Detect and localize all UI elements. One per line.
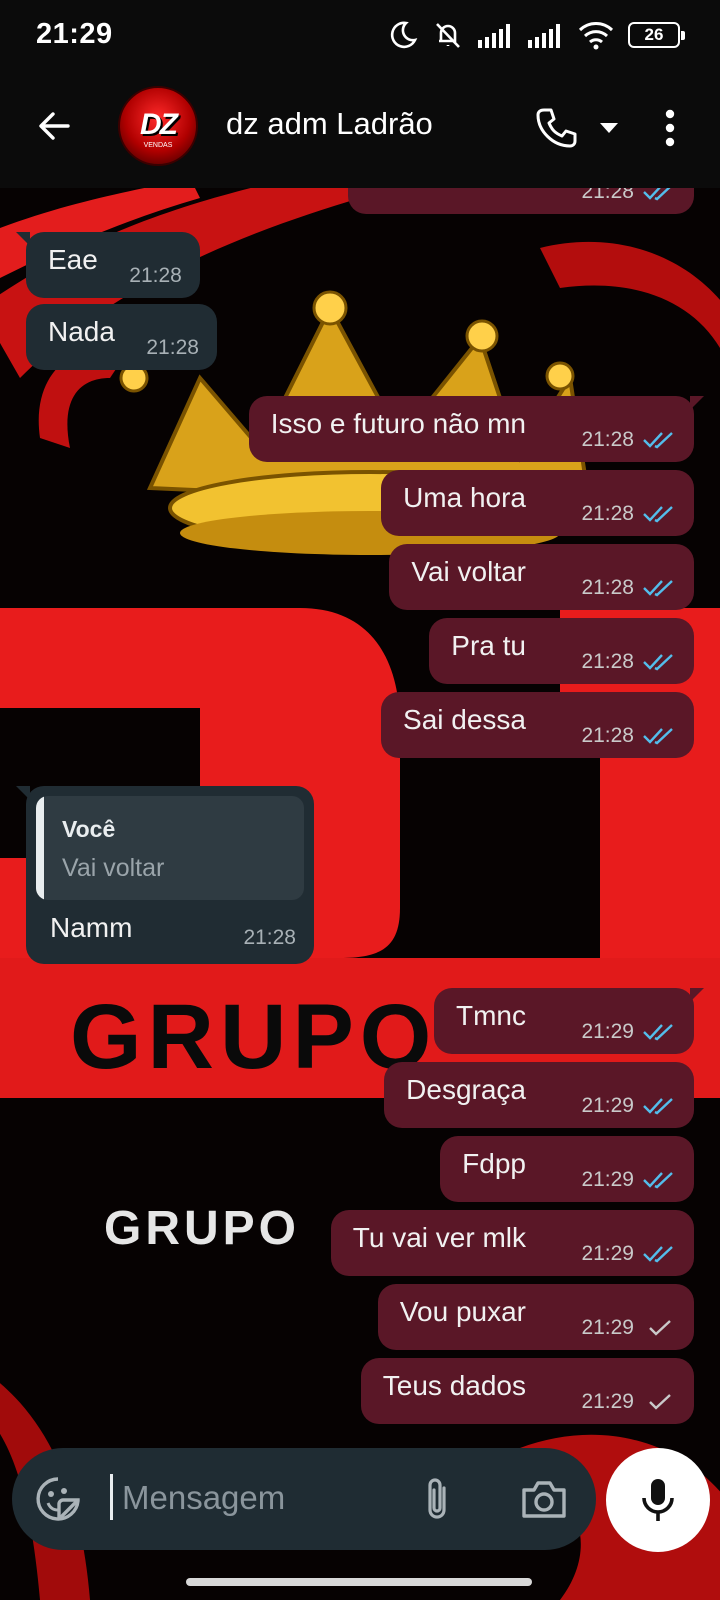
overflow-menu-button[interactable]: [646, 100, 694, 156]
avatar-logo-text: DZ: [140, 108, 178, 141]
mute-bell-icon: [436, 23, 460, 48]
contact-avatar[interactable]: DZ VENDAS: [118, 86, 198, 166]
back-button[interactable]: [24, 96, 84, 156]
wallpaper-big-word: GRUPO: [70, 986, 437, 1088]
message-time: 21:28: [581, 428, 634, 451]
call-options-dropdown[interactable]: [594, 110, 624, 146]
signal-icon-sim2: [528, 24, 560, 48]
message-bubble-incoming[interactable]: Eae 21:28: [16, 232, 200, 298]
message-bubble-outgoing[interactable]: Vai voltar 21:28: [389, 544, 694, 610]
chat-area[interactable]: GRUPO GRUPO 21:28 Eae 21:28 Nada 21:28 I…: [0, 188, 720, 1600]
message-time: 21:28: [243, 926, 296, 949]
microphone-icon: [642, 1479, 674, 1521]
double-check-read-icon: [643, 432, 673, 449]
double-check-read-icon: [643, 1098, 673, 1115]
single-check-sent-icon: [649, 1394, 671, 1410]
message-time: 21:28: [581, 650, 634, 673]
message-time: 21:29: [581, 1168, 634, 1191]
message-time: 21:29: [581, 1316, 634, 1339]
arrow-left-icon: [39, 112, 70, 140]
message-bubble-incoming-reply[interactable]: Você Vai voltar Namm 21:28: [16, 786, 314, 964]
message-time: 21:28: [581, 576, 634, 599]
message-text: Namm: [50, 912, 133, 943]
message-input[interactable]: [108, 1466, 388, 1530]
sticker-smiley-icon: [36, 1477, 80, 1521]
message-bubble-outgoing[interactable]: Uma hora 21:28: [381, 470, 694, 536]
single-check-sent-icon: [649, 1320, 671, 1336]
message-bubble-outgoing[interactable]: Teus dados 21:29: [360, 1358, 694, 1424]
contact-name[interactable]: dz adm Ladrão: [226, 106, 433, 142]
double-check-read-icon: [643, 654, 673, 671]
message-time: 21:29: [581, 1242, 634, 1265]
double-check-read-icon: [643, 580, 673, 597]
status-bar: 21:29 26: [0, 0, 720, 70]
message-time: 21:28: [581, 502, 634, 525]
message-time: 21:29: [581, 1020, 634, 1043]
attach-button[interactable]: [412, 1474, 462, 1524]
double-check-read-icon: [643, 188, 671, 201]
quoted-text: Vai voltar: [62, 854, 165, 882]
message-bubble-outgoing[interactable]: Vou puxar 21:29: [377, 1284, 694, 1350]
caret-down-icon: [600, 123, 618, 133]
voice-call-button[interactable]: [528, 100, 584, 156]
message-bubble-outgoing[interactable]: Sai dessa 21:28: [381, 692, 694, 758]
signal-icon-sim1: [478, 24, 510, 48]
status-time: 21:29: [36, 18, 113, 50]
double-check-read-icon: [643, 1024, 673, 1041]
message-composer: [12, 1448, 596, 1550]
message-bubble-outgoing[interactable]: Desgraça 21:29: [384, 1062, 694, 1128]
message-time: 21:29: [581, 1094, 634, 1117]
quote-accent-bar: [36, 796, 44, 900]
double-check-read-icon: [643, 728, 673, 745]
double-check-read-icon: [643, 1172, 673, 1189]
paperclip-icon: [428, 1478, 446, 1519]
camera-button[interactable]: [516, 1474, 572, 1524]
wallpaper-small-word: GRUPO: [104, 1202, 300, 1255]
double-check-read-icon: [643, 1246, 673, 1263]
message-time: 21:28: [581, 188, 634, 203]
voice-message-button[interactable]: [606, 1448, 710, 1552]
quoted-message[interactable]: Você Vai voltar: [36, 796, 304, 900]
message-bubble-outgoing[interactable]: Tu vai ver mlk 21:29: [330, 1210, 694, 1276]
message-time: 21:28: [146, 336, 199, 359]
battery-indicator: 26: [628, 22, 685, 48]
message-time: 21:28: [581, 724, 634, 747]
camera-icon: [522, 1481, 566, 1518]
status-icons: 26: [388, 18, 685, 52]
quoted-author: Você: [62, 816, 116, 842]
message-bubble-incoming[interactable]: Nada 21:28: [26, 304, 217, 370]
do-not-disturb-moon-icon: [390, 21, 418, 49]
double-check-read-icon: [643, 506, 673, 523]
message-bubble-outgoing[interactable]: Pra tu 21:28: [429, 618, 694, 684]
message-bubble-outgoing[interactable]: Fdpp 21:29: [440, 1136, 694, 1202]
sticker-emoji-button[interactable]: [34, 1475, 82, 1523]
message-bubble-outgoing[interactable]: Tmnc 21:29: [434, 988, 704, 1054]
home-indicator[interactable]: [186, 1578, 532, 1586]
more-vertical-icon: [665, 109, 675, 147]
phone-icon: [536, 108, 577, 148]
wifi-icon: [578, 22, 614, 50]
message-bubble-outgoing[interactable]: Isso e futuro não mn 21:28: [248, 396, 705, 462]
message-time: 21:29: [581, 1390, 634, 1413]
chat-header: DZ VENDAS dz adm Ladrão: [0, 70, 720, 188]
battery-level: 26: [644, 25, 664, 44]
message-time: 21:28: [129, 264, 182, 287]
avatar-logo-subtext: VENDAS: [143, 142, 173, 149]
message-bubble-outgoing[interactable]: 21:28: [348, 188, 694, 214]
